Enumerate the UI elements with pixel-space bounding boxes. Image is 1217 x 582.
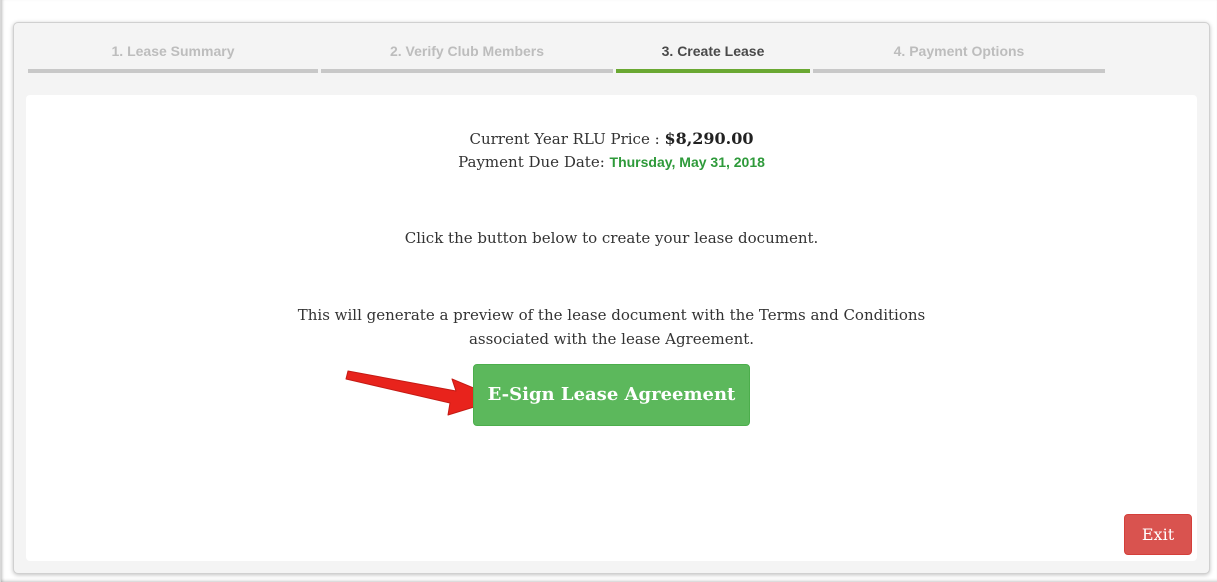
- esign-lease-agreement-button[interactable]: E-Sign Lease Agreement: [473, 364, 750, 426]
- instruction-text: Click the button below to create your le…: [404, 229, 819, 247]
- due-date-line: Payment Due Date: Thursday, May 31, 2018: [26, 153, 1197, 171]
- step-verify-club-members[interactable]: 2. Verify Club Members: [321, 37, 613, 73]
- preview-description-line1: This will generate a preview of the leas…: [297, 306, 926, 324]
- exit-button[interactable]: Exit: [1124, 514, 1192, 555]
- preview-description-line2: associated with the lease Agreement.: [468, 330, 755, 348]
- price-label: Current Year RLU Price :: [469, 130, 660, 148]
- step-create-lease[interactable]: 3. Create Lease: [616, 37, 810, 73]
- create-lease-content: Current Year RLU Price : $8,290.00 Payme…: [26, 95, 1197, 561]
- page-frame: 1. Lease Summary 2. Verify Club Members …: [0, 0, 1217, 582]
- wizard-steps: 1. Lease Summary 2. Verify Club Members …: [28, 37, 1105, 73]
- price-value: $8,290.00: [664, 129, 754, 148]
- step-lease-summary[interactable]: 1. Lease Summary: [28, 37, 318, 73]
- lease-wizard-panel: 1. Lease Summary 2. Verify Club Members …: [13, 22, 1210, 574]
- step-payment-options[interactable]: 4. Payment Options: [813, 37, 1105, 73]
- due-date-value: Thursday, May 31, 2018: [609, 154, 765, 170]
- price-line: Current Year RLU Price : $8,290.00: [26, 129, 1197, 148]
- preview-description: This will generate a preview of the leas…: [26, 303, 1197, 351]
- due-date-label: Payment Due Date:: [458, 153, 605, 171]
